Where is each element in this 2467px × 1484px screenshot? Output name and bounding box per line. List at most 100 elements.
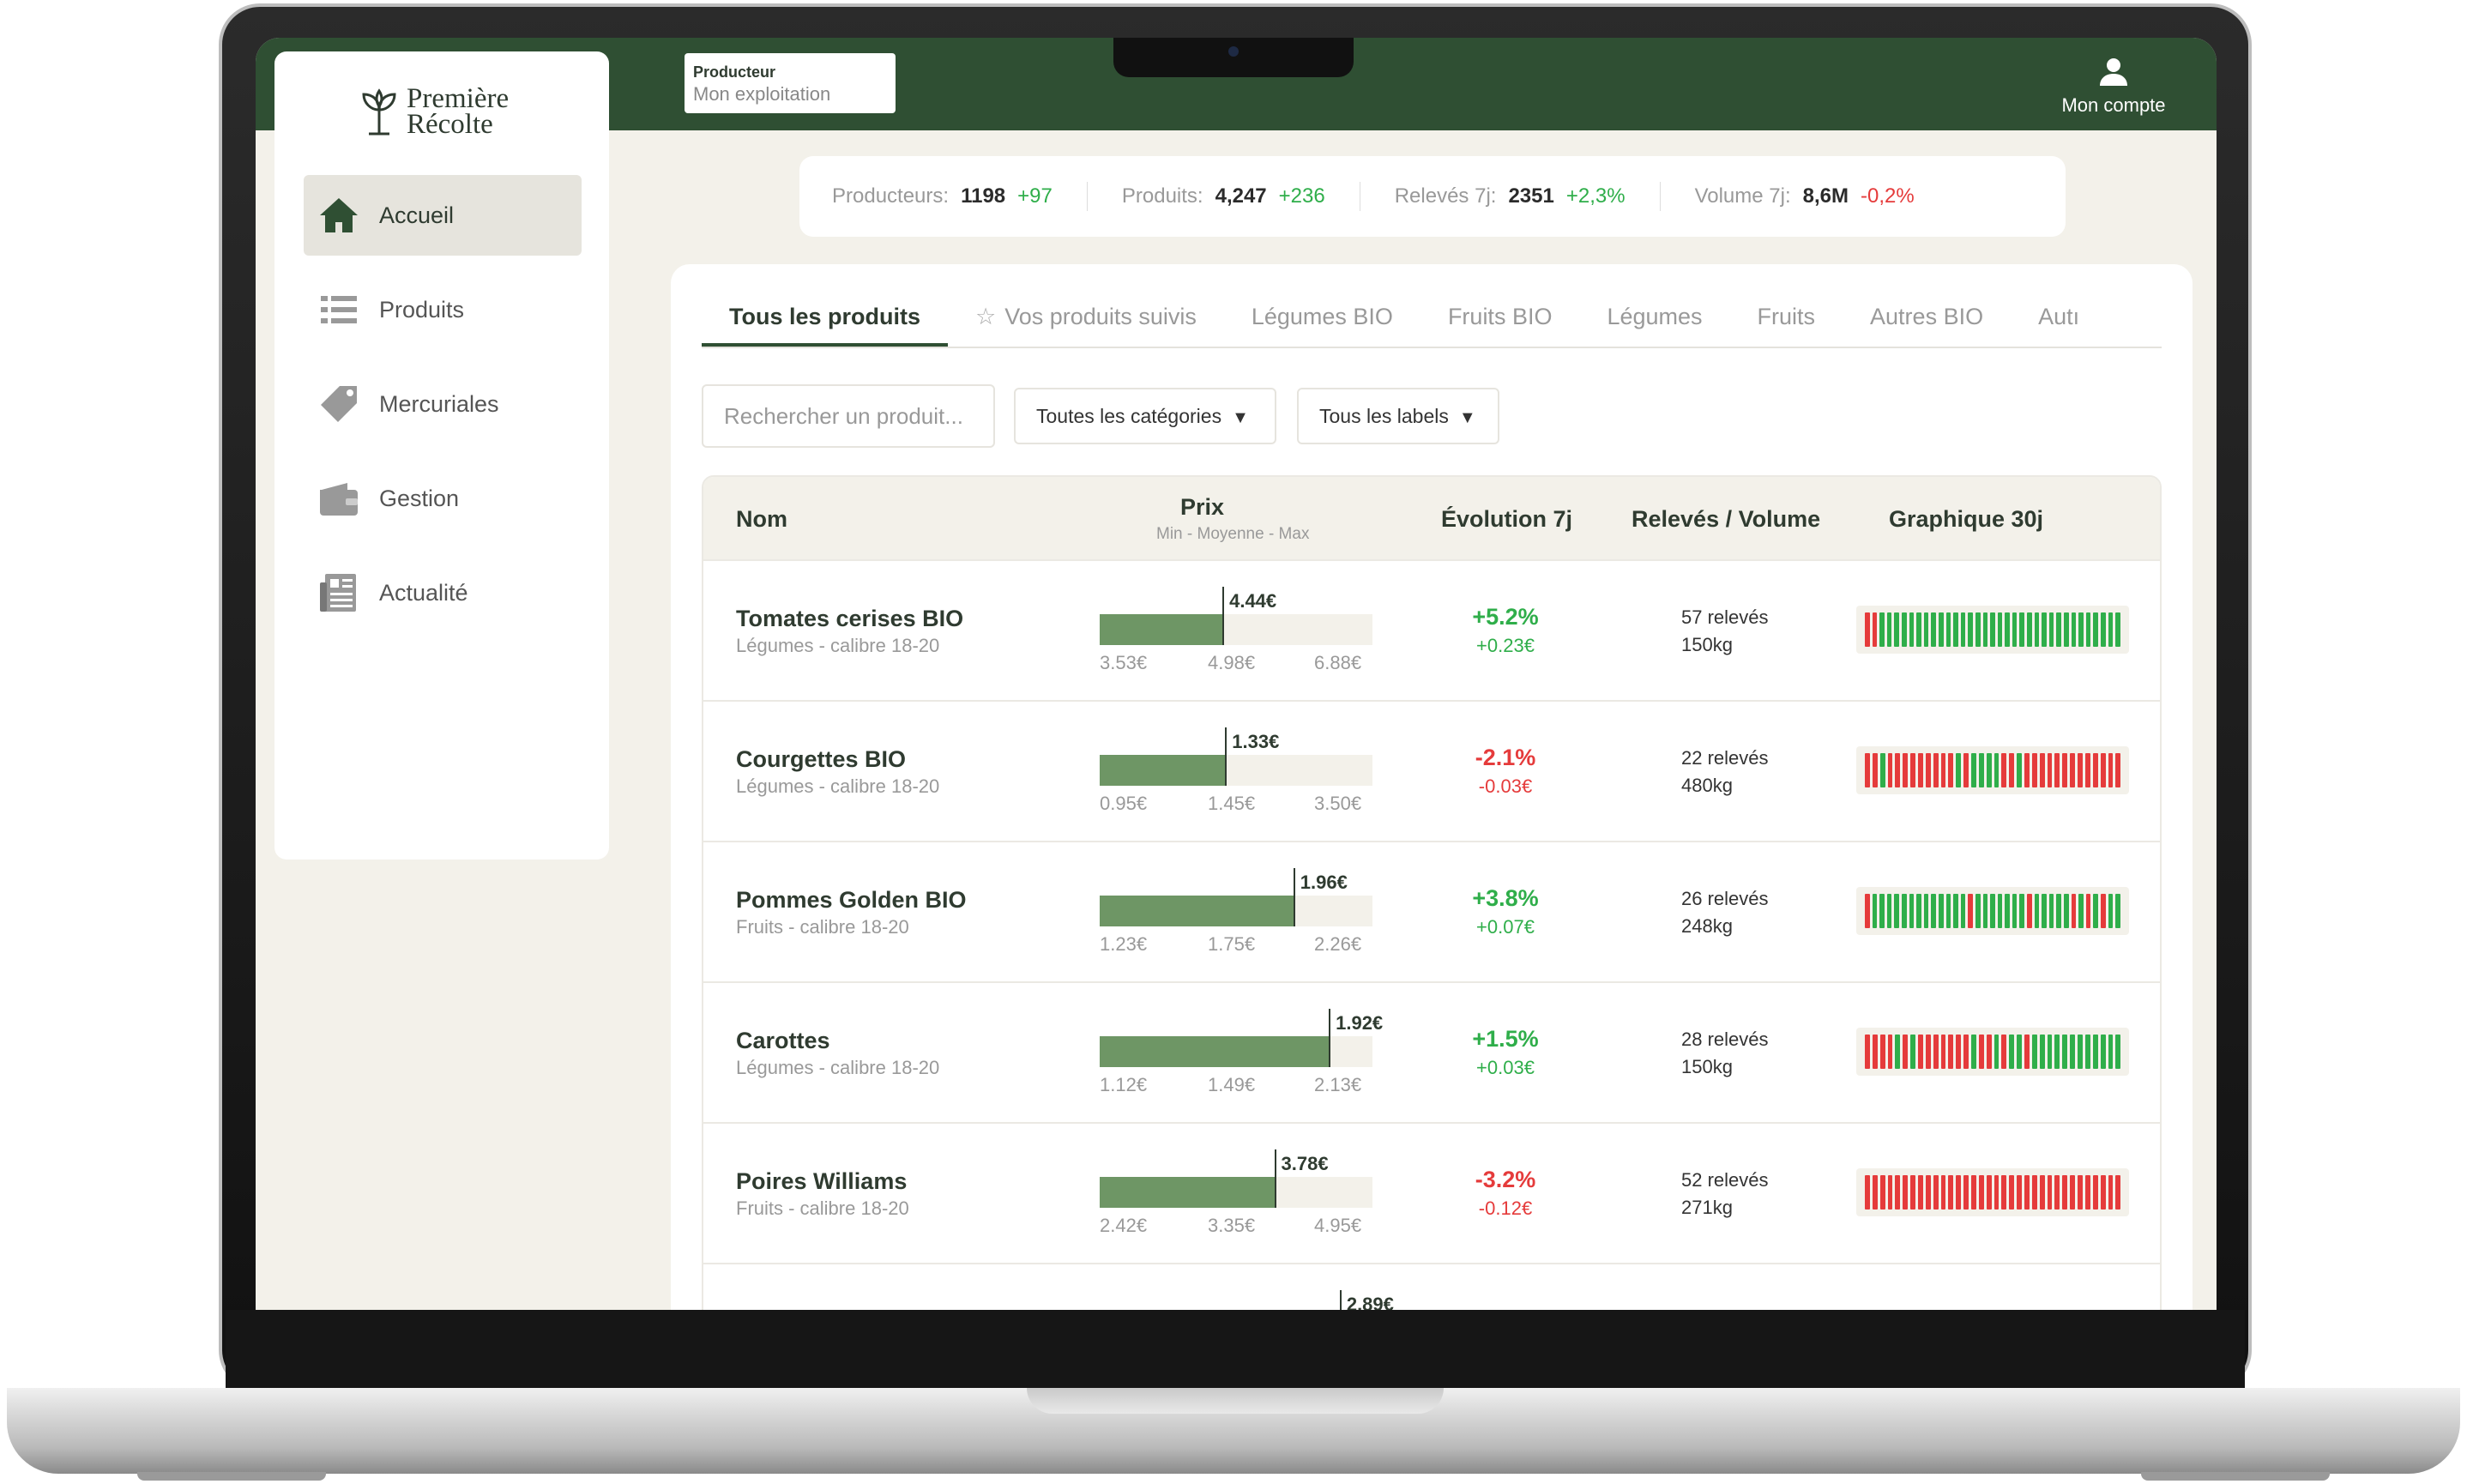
tab-autres[interactable]: Autı [2011,299,2107,347]
brand-logo[interactable]: Première Récolte [360,85,509,139]
sparkline-30j [1856,1168,2129,1216]
tab-vos-produits-suivis[interactable]: ☆ Vos produits suivis [948,299,1224,347]
spark-bar [2005,894,2010,928]
stat-produits: Produits: 4,247 +236 [1122,182,1360,211]
releves-volume: 28 relevés 150kg [1681,1026,1769,1081]
star-icon: ☆ [975,304,997,329]
sidebar-item-mercuriales[interactable]: Mercuriales [304,364,582,444]
spark-bar [2048,612,2054,647]
spark-bar [2031,753,2037,787]
header-prix[interactable]: Prix [1180,494,1224,521]
tab-label: Vos produits suivis [1004,304,1197,329]
spark-bar [2034,894,2040,928]
farm-selector[interactable]: Producteur Mon exploitation [685,53,896,113]
role-label: Producteur [693,63,776,81]
tab-fruits[interactable]: Fruits [1730,299,1843,347]
table-row[interactable]: Pommes Golden BIO Fruits - calibre 18-20 1… [703,841,2160,981]
spark-bar [1872,753,1878,787]
spark-bar [1903,1035,1909,1069]
product-name[interactable]: Courgettes BIO [736,746,906,773]
releves-count: 57 relevés [1681,606,1769,628]
spark-bar [2039,1175,2045,1210]
tab-legumes[interactable]: Légumes [1579,299,1729,347]
tab-legumes-bio[interactable]: Légumes BIO [1224,299,1420,347]
product-name[interactable]: Carottes [736,1028,830,1054]
price-bar: 3.78€ [1100,1149,1372,1208]
spark-bar [1933,1175,1939,1210]
sidebar-item-gestion[interactable]: Gestion [304,458,582,539]
tab-autres-bio[interactable]: Autres BIO [1843,299,2011,347]
volume-value: 271kg [1681,1197,1733,1218]
releves-volume: 22 relevés 480kg [1681,745,1769,799]
spark-bar [2024,753,2030,787]
spark-bar [1895,753,1901,787]
header-releves-volume[interactable]: Relevés / Volume [1632,506,1820,533]
farm-label: Mon exploitation [693,83,831,105]
product-name[interactable]: Tomates cerises BIO [736,606,963,632]
stat-label: Volume 7j: [1694,184,1791,208]
label-dropdown[interactable]: Tous les labels ▼ [1297,388,1499,444]
volume-value: 480kg [1681,775,1733,796]
spark-bar [1894,612,1899,647]
sidebar-item-label: Actualité [379,579,468,606]
spark-bar [1872,612,1878,647]
chevron-down-icon: ▼ [1232,408,1249,427]
spark-bar [1963,1175,1969,1210]
spark-bar [1978,753,1984,787]
sidebar-item-label: Accueil [379,202,455,228]
spark-bar [1971,1175,1976,1210]
table-body: Tomates cerises BIO Légumes - calibre 18-… [703,559,2160,1310]
category-dropdown[interactable]: Toutes les catégories ▼ [1014,388,1276,444]
tab-tous-les-produits[interactable]: Tous les produits [702,299,949,347]
price-max: 2.26€ [1314,933,1362,955]
table-row[interactable]: Tomates cerises BIO Légumes - calibre 18-… [703,559,2160,700]
spark-bar [1994,1175,2000,1210]
sidebar-item-accueil[interactable]: Accueil [304,175,582,256]
price-avg: 4.98€ [1208,652,1256,673]
price-max: 3.50€ [1314,793,1362,814]
spark-bar [2092,753,2098,787]
price-min: 3.53€ [1100,652,1148,673]
sidebar-item-produits[interactable]: Produits [304,269,582,350]
sidebar: Première Récolte Accueil Produits Mercur… [274,51,609,860]
spark-bar [2108,1035,2114,1069]
price-bar: 1.92€ [1100,1009,1383,1067]
sidebar-nav: Accueil Produits Mercuriales Gestion Act… [304,175,582,647]
spark-bar [1879,1175,1885,1210]
header-nom[interactable]: Nom [736,506,787,533]
spark-bar [1953,894,1958,928]
spark-bar [1872,894,1878,928]
spark-bar [1925,1175,1931,1210]
spark-bar [1923,894,1929,928]
table-row[interactable]: 2.89€ [703,1263,2160,1310]
spark-bar [2001,1175,2007,1210]
table-header: Nom Prix Min - Moyenne - Max Évolution 7… [703,477,2160,559]
table-row[interactable]: Poires Williams Fruits - calibre 18-20 3.7… [703,1122,2160,1263]
account-button[interactable]: Mon compte [2045,55,2182,117]
spark-bar [2115,753,2121,787]
price-current-marker [1339,1290,1342,1310]
spark-bar [2064,894,2069,928]
spark-bar [2042,612,2047,647]
tab-fruits-bio[interactable]: Fruits BIO [1420,299,1580,347]
spark-bar [1865,1175,1870,1210]
sidebar-item-actualite[interactable]: Actualité [304,552,582,633]
spark-bar [2078,753,2083,787]
table-row[interactable]: Carottes Légumes - calibre 18-20 1.92€ 1.12… [703,981,2160,1122]
stats-bar: Producteurs: 1198 +97 Produits: 4,247 +2… [799,156,2066,237]
search-input[interactable]: Rechercher un produit... [702,384,995,448]
spark-bar [1916,612,1921,647]
table-row[interactable]: Courgettes BIO Légumes - calibre 18-20 1.3… [703,700,2160,841]
stat-producteurs: Producteurs: 1198 +97 [832,182,1088,211]
price-current: 3.78€ [1281,1153,1329,1174]
volume-value: 248kg [1681,915,1733,937]
product-name[interactable]: Pommes Golden BIO [736,887,967,914]
stat-value: 1198 [961,184,1006,208]
product-name[interactable]: Poires Williams [736,1168,907,1195]
spark-bar [2054,753,2060,787]
evolution-percent: +5.2% [1472,604,1539,630]
spark-bar [1909,894,1915,928]
releves-count: 28 relevés [1681,1029,1769,1050]
evolution-amount: +0.23€ [1476,635,1535,656]
header-evolution[interactable]: Évolution 7j [1441,506,1572,533]
